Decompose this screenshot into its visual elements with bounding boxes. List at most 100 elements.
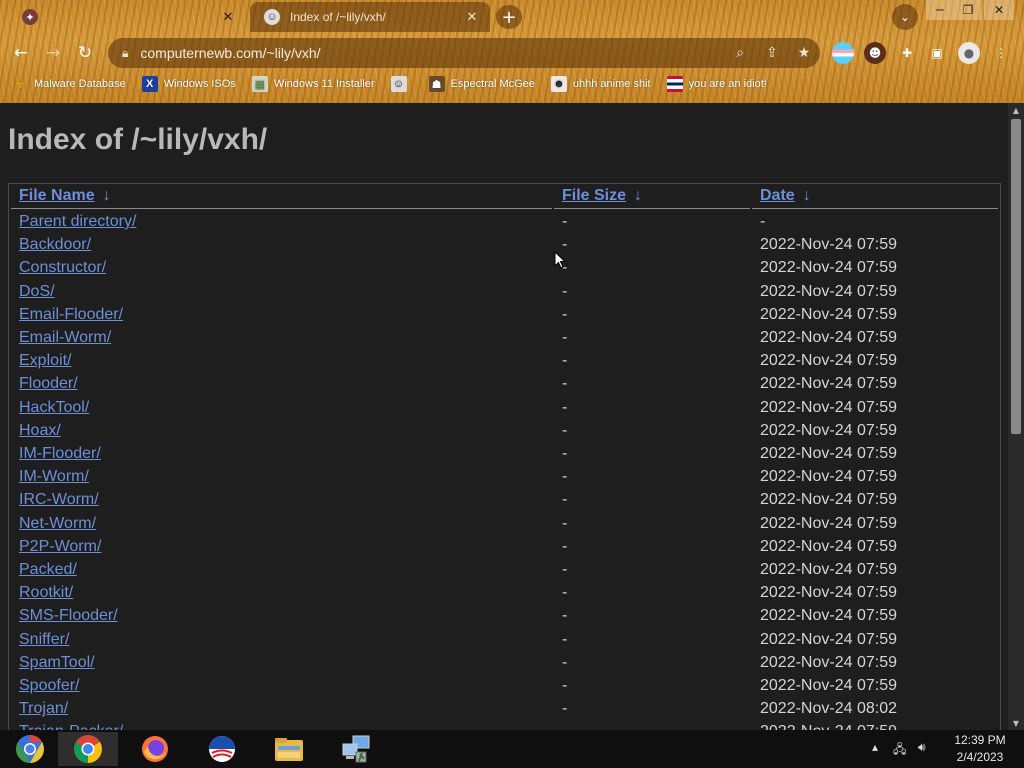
biohazard-icon: ☣ [15,78,25,91]
file-link[interactable]: Hoax/ [19,422,61,440]
menu-icon[interactable]: ⋮ [990,42,1012,64]
file-link[interactable]: IRC-Worm/ [19,491,99,509]
browser-toolbar: ← → ↻ 🔒︎ computernewb.com/~lily/vxh/ ⌕ ⇪… [0,34,1024,72]
bookmark-windows-11-installer[interactable]: ▦ Windows 11 Installer [251,76,375,92]
table-row: Email-Flooder/ - 2022-Nov-24 07:59 [9,304,1000,327]
close-icon[interactable]: ✕ [464,9,480,25]
file-size: - [562,584,568,602]
file-link[interactable]: SMS-Flooder/ [19,607,118,625]
bookmark-espectral-mcgee[interactable]: ☗ Espectral McGee [428,76,535,92]
profile-icon[interactable]: ● [958,42,980,64]
file-link[interactable]: Backdoor/ [19,236,91,254]
x-logo-icon: X [141,76,158,92]
file-size: - [562,305,568,323]
table-row: Constructor/-2022-Nov-24 07:59 [9,257,1000,280]
network-computer-icon [342,735,370,763]
chevron-down-icon: ⌄ [899,10,911,24]
file-link[interactable]: Constructor/ [19,259,106,277]
scroll-up-icon[interactable]: ▲ [1008,103,1024,117]
file-link[interactable]: Rootkit/ [19,584,73,602]
header-divider [752,208,998,209]
column-header-date[interactable]: Date ↓ [760,187,811,205]
new-tab-button[interactable]: + [496,5,522,29]
taskbar-network-app[interactable] [326,732,386,766]
bookmark-label: Windows ISOs [163,78,236,90]
folder-icon [275,738,303,761]
flag-extension-icon[interactable] [832,42,854,64]
tab-search-button[interactable]: ⌄ [892,4,918,30]
file-link[interactable]: Trojan/ [19,700,68,718]
star-icon[interactable]: ★ [788,45,820,61]
column-header-file-name[interactable]: File Name ↓ [19,187,111,205]
file-link[interactable]: Net-Worm/ [19,515,96,533]
file-link[interactable]: Trojan-Packer/ [19,723,123,730]
file-link[interactable]: Spoofer/ [19,677,79,695]
url-text[interactable]: computernewb.com/~lily/vxh/ [140,45,724,61]
volume-icon[interactable]: 🔊︎ [918,740,926,755]
tab-active[interactable]: ☺ Index of /~lily/vxh/ ✕ [250,2,490,32]
lock-icon: 🔒︎ [122,45,129,60]
bookmark-label: you are an idiot! [688,78,767,90]
file-link[interactable]: Email-Flooder/ [19,306,123,324]
chrome-icon [74,735,102,763]
side-panel-icon[interactable]: ▣ [926,42,948,64]
taskbar-firefox[interactable] [125,732,185,766]
mascot-favicon-icon: ☺ [264,9,280,25]
file-link[interactable]: HackTool/ [19,399,89,417]
search-icon[interactable]: ⌕ [724,45,756,61]
window-close-button[interactable]: ✕ [984,0,1014,20]
taskbar-file-explorer[interactable] [259,732,319,766]
close-icon[interactable]: ✕ [220,9,236,25]
reload-button[interactable]: ↻ [72,40,98,66]
table-row: SMS-Flooder/ - 2022-Nov-24 07:59 [9,605,1000,628]
bookmark-anime[interactable]: ☻ uhhh anime shit [550,76,651,92]
file-size: - [562,677,568,694]
address-bar[interactable]: 🔒︎ computernewb.com/~lily/vxh/ ⌕ ⇪ ★ [108,38,820,68]
file-link[interactable]: Sniffer/ [19,631,69,649]
taskbar-chromium[interactable] [0,732,60,766]
file-size: - [562,537,568,555]
puzzle-icon[interactable]: ✚ [896,42,918,64]
table-row: Email-Worm/ - 2022-Nov-24 07:59 [9,327,1000,350]
restore-button[interactable]: ❐ [954,0,982,20]
page-scrollbar[interactable]: ▲ ▼ [1008,103,1024,730]
file-size: - [562,352,568,370]
file-link[interactable]: Exploit/ [19,352,71,370]
avatar-extension-icon[interactable]: ☻ [864,42,886,64]
bookmark-you-are-an-idiot[interactable]: you are an idiot! [666,76,767,92]
network-icon[interactable]: 🖧︎ [893,740,906,761]
bookmark-malware-database[interactable]: ☣ Malware Database [12,76,126,92]
forward-button[interactable]: → [40,40,66,66]
taskbar-globe-app[interactable] [192,732,252,766]
bookmark-windows-isos[interactable]: X Windows ISOs [141,76,236,92]
file-size: - [562,398,568,416]
file-link[interactable]: Packed/ [19,561,77,579]
sort-arrow-icon: ↓ [634,187,643,204]
table-row: Spoofer/ - 2022-Nov-24 07:59 [9,675,1000,698]
file-link[interactable]: Parent directory/ [19,213,136,231]
file-size: - [562,514,568,532]
file-link[interactable]: Email-Worm/ [19,329,111,347]
back-button[interactable]: ← [8,40,34,66]
tab-inactive[interactable]: ✦ ✕ [8,2,246,32]
bookmark-mascot[interactable]: ☺ [390,76,413,92]
scroll-down-icon[interactable]: ▼ [1008,716,1024,730]
minimize-button[interactable]: ─ [926,0,954,20]
file-link[interactable]: IM-Worm/ [19,468,89,486]
file-date: 2022-Nov-24 07:59 [760,329,897,346]
system-clock[interactable]: 12:39 PM 2/4/2023 [940,732,1020,766]
file-link[interactable]: DoS/ [19,283,55,301]
share-icon[interactable]: ⇪ [756,45,788,61]
file-link[interactable]: Flooder/ [19,375,78,393]
table-row: Trojan-Packer/ - 2022-Nov-24 07:59 [9,721,1000,730]
file-link[interactable]: SpamTool/ [19,654,95,672]
column-header-file-size[interactable]: File Size ↓ [562,187,642,205]
show-hidden-icons-icon[interactable]: ▴ [872,740,878,754]
file-link[interactable]: IM-Flooder/ [19,445,101,463]
scrollbar-thumb[interactable] [1011,119,1021,434]
site-favicon-icon: ✦ [22,9,38,25]
taskbar-chrome[interactable] [58,732,118,766]
file-size: - [562,630,568,648]
file-link[interactable]: P2P-Worm/ [19,538,101,556]
clock-date: 2/4/2023 [956,750,1004,764]
